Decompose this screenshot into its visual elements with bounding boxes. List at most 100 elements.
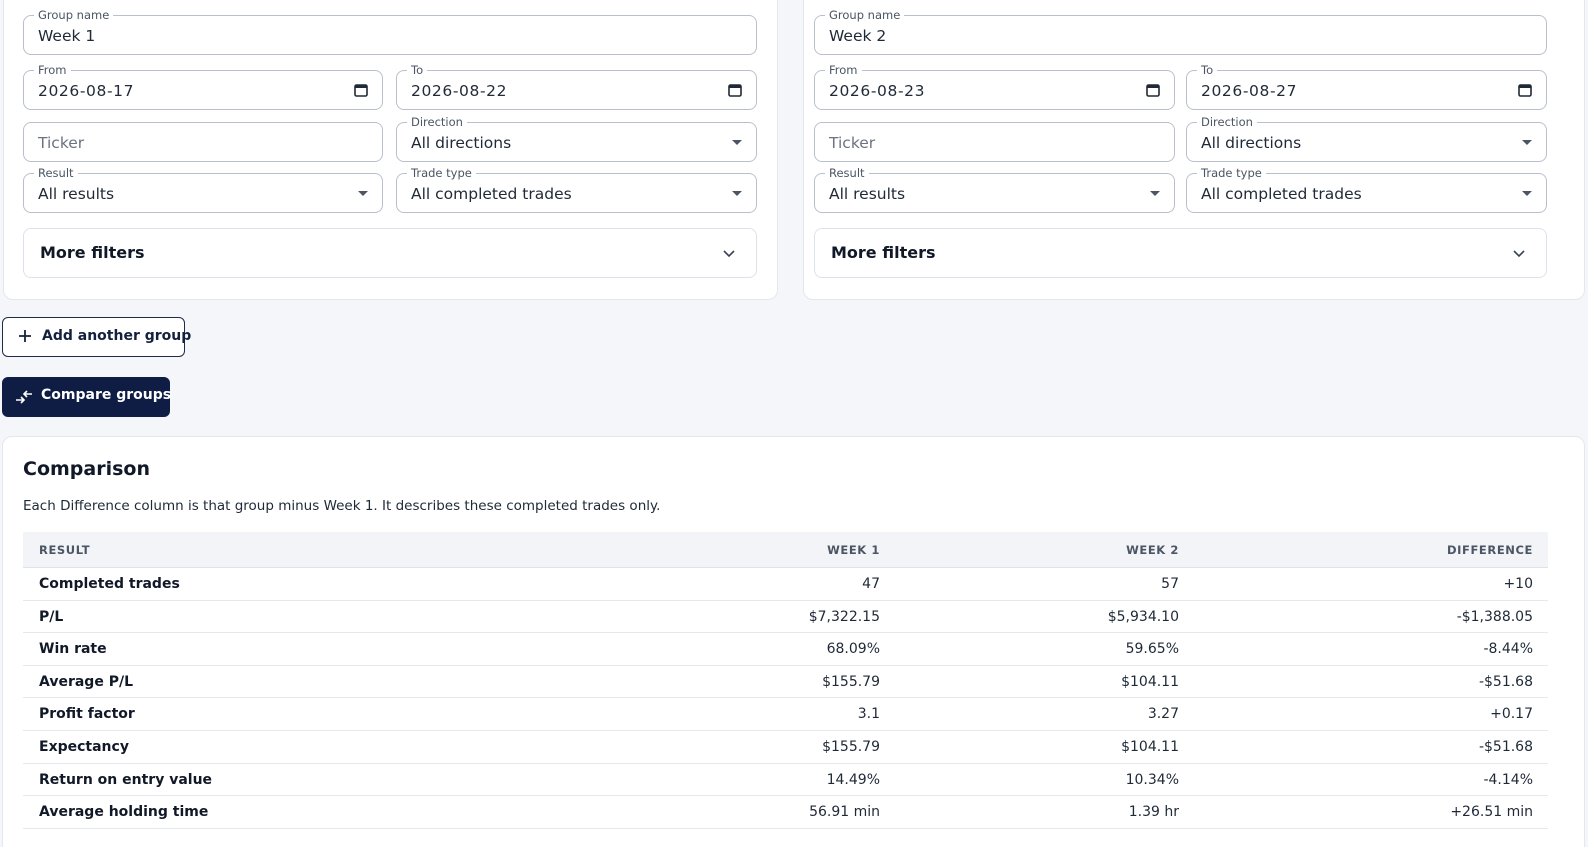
table-row: Profit factor 3.1 3.27 +0.17 — [23, 698, 1548, 731]
row-week-1: $155.79 — [822, 673, 880, 690]
result-value: All results — [829, 185, 906, 203]
row-difference: +26.51 min — [1450, 804, 1533, 821]
comparison-table: RESULT WEEK 1 WEEK 2 DIFFERENCE Complete… — [23, 532, 1548, 829]
row-metric: Expectancy — [39, 738, 129, 755]
row-week-2: 57 — [1161, 576, 1179, 592]
trade-type-value: All completed trades — [411, 185, 572, 203]
direction-value: All directions — [411, 134, 512, 152]
calendar-icon[interactable] — [1518, 83, 1532, 97]
from-date-label: From — [34, 63, 71, 77]
row-week-2: $5,934.10 — [1107, 608, 1179, 625]
row-week-2: $104.11 — [1121, 738, 1179, 755]
group-name-value: Week 1 — [38, 27, 96, 45]
row-difference: -$1,388.05 — [1456, 608, 1533, 625]
row-difference: -$51.68 — [1478, 673, 1533, 690]
table-row: Expectancy $155.79 $104.11 -$51.68 — [23, 731, 1548, 764]
result-select[interactable]: Result All results — [814, 166, 1175, 213]
trade-type-label: Trade type — [1197, 166, 1266, 180]
row-difference: +0.17 — [1490, 706, 1533, 723]
ticker-placeholder: Ticker — [829, 134, 876, 152]
row-metric: Profit factor — [39, 706, 135, 723]
result-select[interactable]: Result All results — [23, 166, 383, 213]
row-week-1: $155.79 — [822, 738, 880, 755]
ticker-input[interactable]: Ticker — [23, 122, 383, 162]
result-label: Result — [825, 166, 869, 180]
caret-down-icon — [1522, 140, 1532, 145]
to-date-field[interactable]: To 2026-08-22 — [396, 63, 757, 110]
table-header: RESULT WEEK 1 WEEK 2 DIFFERENCE — [23, 532, 1548, 568]
group-name-label: Group name — [34, 8, 114, 22]
trade-type-value: All completed trades — [1201, 185, 1362, 203]
more-filters-toggle[interactable]: More filters — [23, 228, 757, 278]
calendar-icon[interactable] — [1146, 83, 1160, 97]
row-difference: -8.44% — [1483, 641, 1533, 658]
row-week-1: 47 — [862, 576, 880, 592]
row-week-2: 3.27 — [1147, 706, 1179, 723]
header-difference: DIFFERENCE — [1446, 543, 1533, 557]
row-week-1: $7,322.15 — [808, 608, 880, 625]
to-date-field[interactable]: To 2026-08-27 — [1186, 63, 1547, 110]
row-week-1: 3.1 — [857, 706, 880, 723]
ticker-input[interactable]: Ticker — [814, 122, 1175, 162]
direction-label: Direction — [1197, 115, 1257, 129]
caret-down-icon — [358, 191, 368, 196]
group-name-value: Week 2 — [829, 27, 887, 45]
add-group-label: Add another group — [42, 328, 192, 344]
trade-type-select[interactable]: Trade type All completed trades — [396, 166, 757, 213]
row-difference: -$51.68 — [1478, 738, 1533, 755]
row-metric: Return on entry value — [39, 771, 213, 788]
compare-groups-button[interactable]: Compare groups — [2, 377, 172, 417]
table-row: Average P/L $155.79 $104.11 -$51.68 — [23, 666, 1548, 699]
row-week-1: 68.09% — [826, 641, 880, 658]
caret-down-icon — [732, 191, 742, 196]
direction-select[interactable]: Direction All directions — [396, 115, 757, 162]
row-metric: Average P/L — [39, 673, 133, 690]
chevron-down-icon — [723, 250, 735, 258]
group-card-week-2: Group name Week 2 From 2026-08-23 To 202… — [803, 0, 1585, 300]
compare-arrows-icon — [16, 390, 32, 404]
chevron-down-icon — [1513, 250, 1525, 258]
more-filters-label: More filters — [831, 243, 936, 262]
to-date-value: 2026-08-22 — [411, 82, 508, 100]
comparison-title: Comparison — [23, 458, 150, 480]
trade-type-select[interactable]: Trade type All completed trades — [1186, 166, 1547, 213]
group-name-field[interactable]: Group name Week 2 — [814, 8, 1547, 55]
calendar-icon[interactable] — [728, 83, 742, 97]
row-week-2: $104.11 — [1121, 673, 1179, 690]
row-difference: +10 — [1503, 576, 1533, 592]
row-metric: Completed trades — [39, 576, 180, 592]
row-metric: Average holding time — [39, 804, 209, 821]
from-date-field[interactable]: From 2026-08-23 — [814, 63, 1175, 110]
trade-type-label: Trade type — [407, 166, 476, 180]
table-row: Completed trades 47 57 +10 — [23, 568, 1548, 601]
caret-down-icon — [732, 140, 742, 145]
group-name-label: Group name — [825, 8, 905, 22]
result-value: All results — [38, 185, 115, 203]
to-date-value: 2026-08-27 — [1201, 82, 1298, 100]
row-week-2: 1.39 hr — [1128, 804, 1179, 821]
header-week-1: WEEK 1 — [827, 543, 880, 557]
row-metric: Win rate — [39, 641, 107, 658]
caret-down-icon — [1522, 191, 1532, 196]
row-metric: P/L — [39, 608, 64, 625]
more-filters-label: More filters — [40, 243, 145, 262]
from-date-field[interactable]: From 2026-08-17 — [23, 63, 383, 110]
table-row: P/L $7,322.15 $5,934.10 -$1,388.05 — [23, 601, 1548, 634]
calendar-icon[interactable] — [354, 83, 368, 97]
direction-select[interactable]: Direction All directions — [1186, 115, 1547, 162]
group-card-week-1: Group name Week 1 From 2026-08-17 To 202… — [3, 0, 778, 300]
from-date-value: 2026-08-17 — [38, 82, 135, 100]
row-week-1: 56.91 min — [809, 804, 880, 821]
add-group-button[interactable]: Add another group — [2, 317, 191, 357]
ticker-placeholder: Ticker — [38, 134, 85, 152]
row-week-2: 10.34% — [1125, 771, 1179, 788]
plus-icon — [19, 330, 31, 342]
compare-groups-label: Compare groups — [41, 387, 172, 403]
more-filters-toggle[interactable]: More filters — [814, 228, 1547, 278]
from-date-value: 2026-08-23 — [829, 82, 926, 100]
row-difference: -4.14% — [1483, 771, 1533, 788]
group-name-field[interactable]: Group name Week 1 — [23, 8, 757, 55]
table-row: Average holding time 56.91 min 1.39 hr +… — [23, 796, 1548, 829]
result-label: Result — [34, 166, 78, 180]
caret-down-icon — [1150, 191, 1160, 196]
